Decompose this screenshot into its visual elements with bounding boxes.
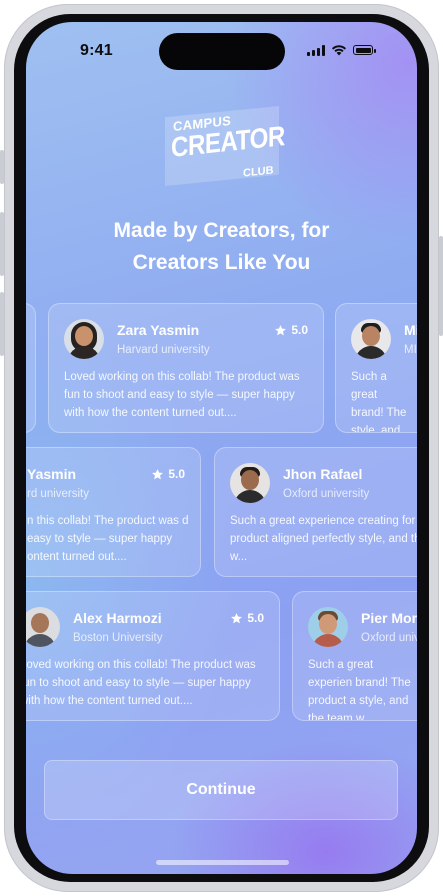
review-card[interactable]: Yasmin rd university 5.0 n this collab! … bbox=[26, 447, 201, 577]
review-card[interactable]: Jhon Rafael Oxford university Such a gre… bbox=[214, 447, 417, 577]
reviewer-school: Oxford unive bbox=[361, 632, 417, 644]
wifi-icon bbox=[332, 45, 346, 56]
review-card[interactable]: Zara Yasmin Harvard university 5.0 Loved… bbox=[48, 303, 324, 433]
reviewer-school: rd university bbox=[27, 488, 89, 500]
app-screen: 9:41 CAMPUS CREATOR CLUB Made by Creator… bbox=[26, 22, 417, 874]
dynamic-island bbox=[159, 33, 285, 70]
headline-line-2: Creators Like You bbox=[132, 251, 311, 274]
star-icon bbox=[275, 324, 287, 335]
home-indicator[interactable] bbox=[156, 860, 289, 865]
rating-value: 5.0 bbox=[247, 611, 264, 625]
reviewer-school: MIT bbox=[404, 344, 417, 356]
rating: 5.0 bbox=[230, 611, 264, 625]
review-card[interactable]: Pier More Oxford unive Such a great expe… bbox=[292, 591, 417, 721]
avatar bbox=[64, 319, 104, 359]
review-text: Such a great experience creating for bra… bbox=[230, 515, 417, 563]
side-button-right bbox=[439, 236, 443, 336]
status-bar: 9:41 bbox=[26, 22, 417, 78]
review-text: n this collab! The product was d easy to… bbox=[27, 515, 189, 563]
reviewer-school: Oxford university bbox=[283, 488, 370, 500]
page-headline: Made by Creators, for Creators Like You bbox=[26, 215, 417, 279]
review-card[interactable]: Mi MIT Such a great brand! The style, an… bbox=[335, 303, 417, 433]
review-card-partial-left bbox=[26, 303, 36, 433]
headline-line-1: Made by Creators, for bbox=[113, 219, 330, 242]
reviewer-name: Yasmin bbox=[27, 466, 77, 482]
side-button-left bbox=[0, 150, 4, 184]
review-text: Loved working on this collab! The produc… bbox=[26, 659, 256, 707]
rating: 5.0 bbox=[274, 323, 308, 337]
status-icons bbox=[307, 43, 376, 57]
reviewer-school: Harvard university bbox=[117, 344, 210, 356]
avatar bbox=[230, 463, 270, 503]
review-text: Such a great experien brand! The product… bbox=[308, 659, 411, 721]
reviewer-school: Boston University bbox=[73, 632, 163, 644]
avatar bbox=[308, 607, 348, 647]
rating-value: 5.0 bbox=[168, 467, 185, 481]
review-text: Loved working on this collab! The produc… bbox=[64, 371, 300, 419]
rating-value: 5.0 bbox=[291, 323, 308, 337]
avatar bbox=[26, 607, 60, 647]
reviewer-name: Jhon Rafael bbox=[283, 466, 363, 482]
rating: 5.0 bbox=[151, 467, 185, 481]
review-card[interactable]: Alex Harmozi Boston University 5.0 Loved… bbox=[26, 591, 280, 721]
logo-text-bottom: CLUB bbox=[243, 164, 274, 180]
continue-button[interactable]: Continue bbox=[44, 760, 398, 820]
status-time: 9:41 bbox=[80, 42, 113, 59]
star-icon bbox=[231, 612, 243, 623]
reviewer-name: Pier More bbox=[361, 610, 417, 626]
battery-icon bbox=[353, 45, 376, 55]
campus-creator-club-logo: CAMPUS CREATOR CLUB bbox=[163, 104, 285, 192]
reviewer-name: Mi bbox=[404, 322, 417, 338]
avatar bbox=[351, 319, 391, 359]
reviewer-name: Zara Yasmin bbox=[117, 322, 200, 338]
reviewer-name: Alex Harmozi bbox=[73, 610, 162, 626]
signal-icon bbox=[307, 44, 325, 56]
side-button-left bbox=[0, 212, 4, 276]
star-icon bbox=[152, 468, 164, 479]
side-button-left bbox=[0, 292, 4, 356]
review-text: Such a great brand! The style, and the bbox=[351, 371, 407, 433]
